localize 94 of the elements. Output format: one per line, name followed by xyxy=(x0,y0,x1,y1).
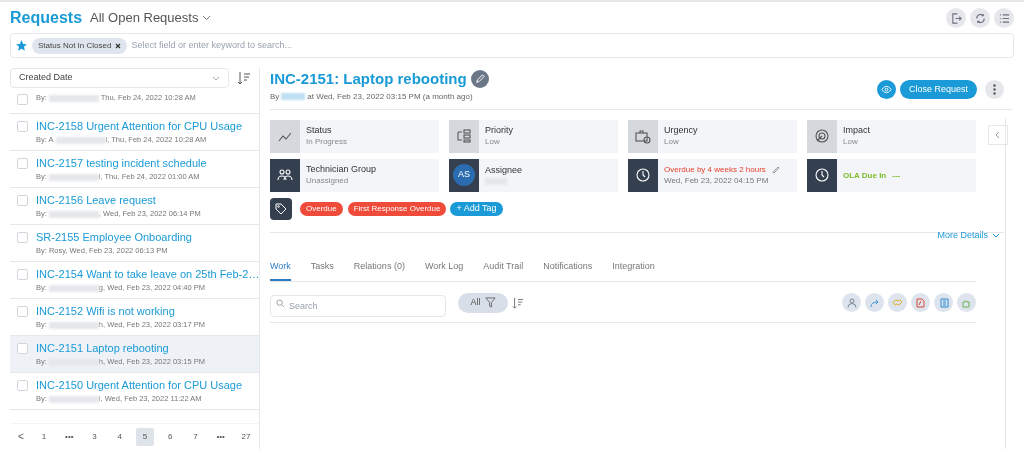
tab[interactable]: Integration xyxy=(612,260,655,281)
request-title[interactable]: INC-2157 testing incident schedule xyxy=(36,156,207,171)
edit-icon[interactable] xyxy=(771,165,780,174)
request-title: INC-2151: Laptop rebooting xyxy=(270,69,467,89)
filter-chip[interactable]: Status Not In Closed xyxy=(32,37,128,54)
search-field[interactable]: Select field or enter keyword to search... xyxy=(131,38,1009,53)
chevron-icon xyxy=(992,232,1000,238)
filter-button[interactable]: All xyxy=(458,292,508,313)
search-field[interactable]: Search xyxy=(270,294,446,317)
target-icon xyxy=(814,128,830,144)
clock-icon xyxy=(814,167,830,183)
star-icon[interactable] xyxy=(15,39,28,52)
search-icon xyxy=(276,298,285,308)
forward-icon[interactable] xyxy=(865,293,884,312)
document-icon[interactable] xyxy=(934,293,953,312)
page-title: Requests xyxy=(10,8,83,28)
more-icon[interactable] xyxy=(985,80,1004,99)
refresh-icon[interactable] xyxy=(970,8,990,28)
field-value: Low xyxy=(664,136,680,147)
add-tag-button[interactable]: + Add Tag xyxy=(450,201,503,216)
tab[interactable]: Relations (0) xyxy=(353,260,405,281)
previous-page-button[interactable]: < xyxy=(14,429,28,444)
edit-icon[interactable] xyxy=(470,70,489,89)
ola-value: --- xyxy=(892,169,901,181)
redacted-name xyxy=(281,93,306,100)
checkbox[interactable] xyxy=(17,121,28,132)
field-label: Impact xyxy=(843,125,870,136)
tab[interactable]: Work Log xyxy=(424,260,464,281)
avatar: AS xyxy=(453,164,475,186)
tag-icon xyxy=(270,197,292,220)
created-date: at Wed, Feb 23, 2022 03:15 PM (a month ago) xyxy=(307,90,473,103)
filter-bar[interactable]: Status Not In Closed Select field or enter keyword to search... xyxy=(10,33,1014,58)
checkbox[interactable] xyxy=(17,158,28,169)
user-icon[interactable] xyxy=(842,293,861,312)
checkbox[interactable] xyxy=(17,343,28,354)
request-title[interactable]: INC-2150 Urgent Attention for CPU Usage xyxy=(36,378,243,393)
field-label: Assignee xyxy=(485,165,523,176)
page-button[interactable]: ••• xyxy=(60,427,79,446)
group-icon xyxy=(277,167,293,183)
page-button[interactable]: 7 xyxy=(186,427,205,446)
request-title[interactable]: INC-2156 Leave request xyxy=(36,193,201,208)
tab[interactable]: Notifications xyxy=(543,260,593,281)
request-title[interactable]: INC-2158 Urgent Attention for CPU Usage xyxy=(36,119,243,134)
clock-icon xyxy=(635,167,651,183)
pdf-icon[interactable] xyxy=(911,293,930,312)
page-button[interactable]: 1 xyxy=(35,427,54,446)
more-details-link[interactable]: More Details xyxy=(937,228,1000,242)
checkbox[interactable] xyxy=(17,380,28,391)
tab[interactable]: Tasks xyxy=(310,260,334,281)
request-title[interactable]: SR-2155 Employee Onboarding xyxy=(36,230,192,245)
checkbox[interactable] xyxy=(17,94,28,105)
page-button[interactable]: 4 xyxy=(110,427,129,446)
list-icon[interactable] xyxy=(994,8,1014,28)
export-icon[interactable] xyxy=(946,8,966,28)
chevron-icon xyxy=(202,15,212,21)
field-value: Low xyxy=(843,136,859,147)
page-button[interactable]: 27 xyxy=(236,427,255,446)
checkbox[interactable] xyxy=(17,306,28,317)
page-button[interactable]: 5 xyxy=(136,427,154,446)
field-value: In Progress xyxy=(306,136,347,147)
request-title[interactable]: INC-2154 Want to take leave on 25th Feb-2… xyxy=(36,267,259,282)
filter-icon xyxy=(484,297,496,308)
checkbox[interactable] xyxy=(17,269,28,280)
close-icon[interactable] xyxy=(115,42,122,49)
field-label: Urgency xyxy=(664,125,698,136)
sort-icon[interactable] xyxy=(237,71,251,85)
sort-icon[interactable] xyxy=(512,296,524,309)
page-button[interactable]: 3 xyxy=(85,427,104,446)
close-request-button[interactable]: Close Request xyxy=(899,80,977,99)
sort-dropdown[interactable]: Created Date xyxy=(10,68,229,88)
chevron-icon xyxy=(212,75,220,81)
ola-label: OLA Due In xyxy=(843,169,887,181)
checkbox[interactable] xyxy=(17,232,28,243)
tag: Overdue xyxy=(300,201,343,216)
field-label: Status xyxy=(306,125,333,136)
tab[interactable]: Audit Trail xyxy=(483,260,524,281)
request-title[interactable]: INC-2152 Wifi is not working xyxy=(36,304,206,319)
field-label: Technician Group xyxy=(306,164,377,175)
tag: First Response Overdue xyxy=(347,201,447,216)
field-value: Unassigned xyxy=(306,175,350,186)
request-title[interactable]: INC-2151 Laptop rebooting xyxy=(36,341,206,356)
briefcase-clock-icon xyxy=(635,128,651,144)
hierarchy-icon xyxy=(456,128,472,144)
page-button[interactable]: 6 xyxy=(161,427,180,446)
page-button[interactable]: ••• xyxy=(211,427,230,446)
overdue-label: Overdue by 4 weeks 2 hours xyxy=(664,164,766,175)
tab[interactable]: Work xyxy=(270,260,291,281)
due-date: Wed, Feb 23, 2022 04:15 PM xyxy=(664,175,770,186)
field-label: Priority xyxy=(485,125,513,136)
eye-icon[interactable] xyxy=(876,80,896,99)
checkbox[interactable] xyxy=(17,195,28,206)
view-dropdown[interactable]: All Open Requests xyxy=(90,8,212,28)
field-value: Low xyxy=(485,136,501,147)
author-label: By xyxy=(270,90,280,103)
